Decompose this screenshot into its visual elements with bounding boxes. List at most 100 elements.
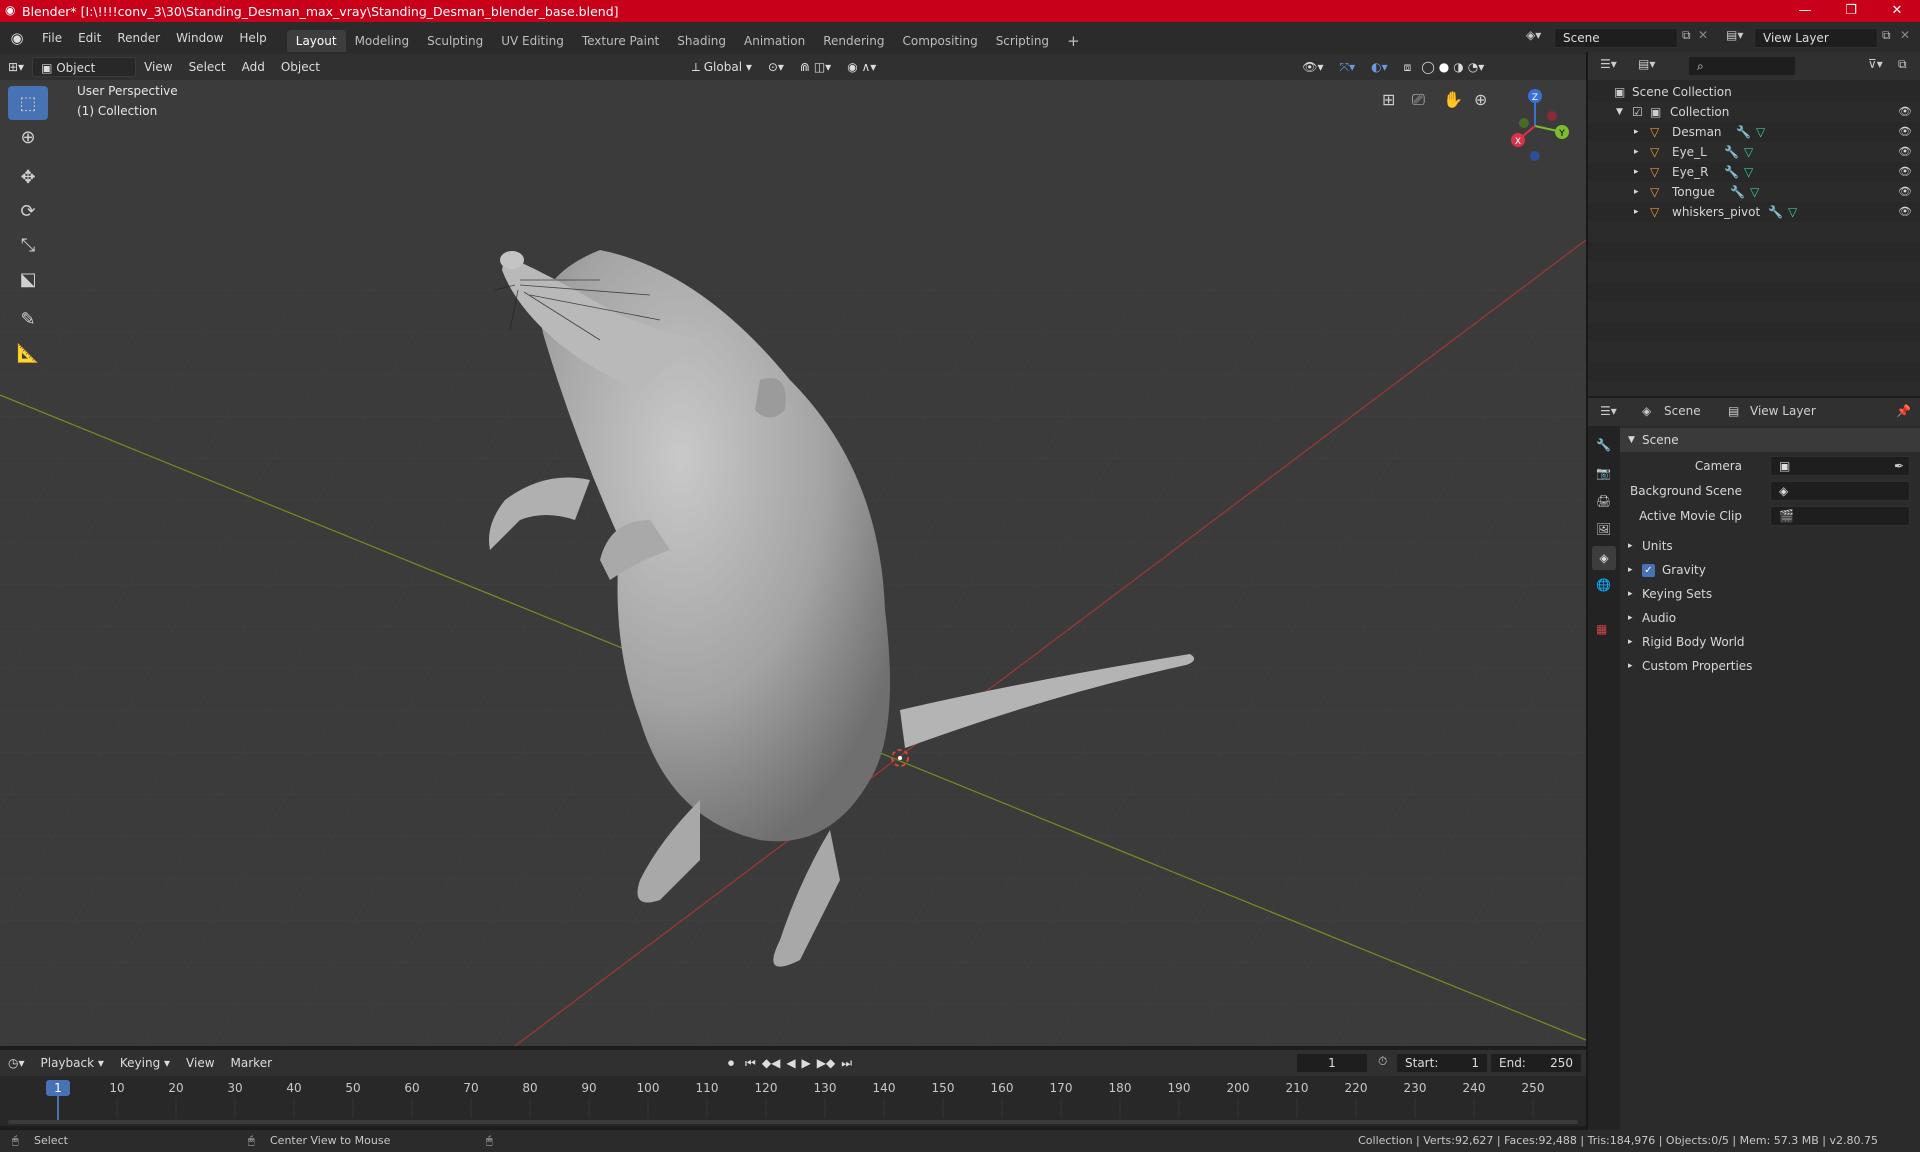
rendered-shading-icon[interactable]: ◔▾ [1466, 57, 1487, 77]
annotate-tool-icon[interactable]: ✎ [8, 302, 48, 336]
menu-object[interactable]: Object [273, 57, 328, 77]
remove-scene-icon[interactable]: ✕ [1698, 28, 1708, 42]
gravity-panel[interactable]: ▸ ✓ Gravity [1620, 558, 1920, 582]
menu-keying[interactable]: Keying ▾ [112, 1053, 178, 1073]
mesh-data-icon[interactable]: ▽ [1750, 182, 1759, 202]
stopwatch-icon[interactable]: ⏱ [1378, 1054, 1387, 1069]
pin-icon[interactable]: 📌 [1896, 404, 1911, 418]
camera-field[interactable]: ▣ [1770, 456, 1910, 476]
add-workspace-icon[interactable]: + [1058, 30, 1089, 52]
3d-viewport[interactable]: User Perspective (1) Collection ⊞ ⎚ ✋ ⊕ … [0, 80, 1586, 1046]
background-scene-field[interactable]: ◈ [1770, 481, 1910, 501]
eye-icon[interactable]: 👁 [1898, 102, 1912, 122]
mode-dropdown[interactable]: ▣ Object Mode ▾ [32, 57, 137, 95]
current-frame-field[interactable]: 1 [1296, 1053, 1368, 1073]
eye-icon[interactable]: 👁 [1898, 122, 1912, 142]
menu-view[interactable]: View [136, 57, 180, 77]
render-tab-icon[interactable]: 📷 [1596, 466, 1611, 480]
jump-end-button[interactable]: ⏭ [838, 1053, 855, 1073]
outliner-row-eye-r[interactable]: ▸ ▽ Eye_R 🔧 ▽ 👁 [1588, 162, 1920, 182]
tab-texture-paint[interactable]: Texture Paint [573, 30, 668, 52]
tab-sculpting[interactable]: Sculpting [418, 30, 492, 52]
tab-shading[interactable]: Shading [668, 30, 735, 52]
mesh-data-icon[interactable]: ▽ [1744, 162, 1753, 182]
new-collection-icon[interactable]: ⧉ [1898, 57, 1907, 72]
select-box-tool-icon[interactable]: ⬚ [8, 86, 48, 120]
gravity-checkbox[interactable]: ✓ [1642, 564, 1655, 577]
rotate-tool-icon[interactable]: ⟳ [8, 194, 48, 228]
eye-icon[interactable]: 👁 [1898, 142, 1912, 162]
expand-arrow-icon[interactable]: ▼ [1616, 102, 1623, 122]
maximize-button[interactable]: ❐ [1828, 0, 1874, 22]
view-layer-breadcrumb[interactable]: View Layer [1750, 404, 1816, 418]
minimize-button[interactable]: — [1782, 0, 1828, 22]
view-layer-field[interactable]: View Layer [1754, 28, 1878, 48]
view-layer-selector-icon[interactable]: ▤▾ [1726, 28, 1743, 42]
navigation-gizmo[interactable]: Z Y X [1500, 86, 1580, 166]
wireframe-shading-icon[interactable]: ◯ [1419, 57, 1436, 77]
measure-tool-icon[interactable]: 📐 [8, 336, 48, 370]
scene-tab-icon[interactable]: ◈ [1592, 546, 1616, 570]
expand-arrow-icon[interactable]: ▸ [1634, 142, 1639, 162]
menu-marker[interactable]: Marker [223, 1053, 280, 1073]
orientation-dropdown[interactable]: ⟂ Global ▾ [684, 57, 760, 77]
tab-compositing[interactable]: Compositing [893, 30, 986, 52]
modifier-wrench-icon[interactable]: 🔧 [1724, 162, 1739, 182]
modifier-wrench-icon[interactable]: 🔧 [1768, 202, 1783, 222]
timeline-editor-icon[interactable]: ◷▾ [0, 1053, 33, 1073]
outliner-row-tongue[interactable]: ▸ ▽ Tongue 🔧 ▽ 👁 [1588, 182, 1920, 202]
menu-help[interactable]: Help [231, 22, 274, 54]
zoom-icon[interactable]: ⊕ [1474, 90, 1487, 109]
eye-icon[interactable]: 👁 [1898, 162, 1912, 182]
menu-timeline-view[interactable]: View [178, 1053, 222, 1073]
display-mode-icon[interactable]: ▤▾ [1638, 57, 1655, 71]
custom-properties-panel[interactable]: ▸ Custom Properties [1620, 654, 1920, 678]
menu-file[interactable]: File [34, 22, 70, 54]
cursor-tool-icon[interactable]: ⊕ [8, 120, 48, 154]
outliner-row-whiskers-pivot[interactable]: ▸ ▽ whiskers_pivot 🔧 ▽ 👁 [1588, 202, 1920, 222]
snap-icon[interactable]: ⋒ ◫▾ [792, 57, 839, 77]
view-layer-tab-icon[interactable]: 🖼 [1596, 522, 1611, 536]
texture-tab-icon[interactable]: ▦ [1596, 622, 1607, 636]
proportional-edit-icon[interactable]: ◉ ∧▾ [839, 57, 884, 77]
tab-uv-editing[interactable]: UV Editing [492, 30, 573, 52]
tab-modeling[interactable]: Modeling [346, 30, 419, 52]
mesh-data-icon[interactable]: ▽ [1756, 122, 1765, 142]
eye-icon[interactable]: 👁 [1898, 182, 1912, 202]
outliner-editor-icon[interactable]: ☰▾ [1600, 57, 1617, 71]
rigid-body-world-panel[interactable]: ▸ Rigid Body World [1620, 630, 1920, 654]
outliner-row-scene-collection[interactable]: ▣ Scene Collection [1588, 82, 1920, 102]
eyedropper-icon[interactable]: ✒ [1894, 454, 1904, 478]
mesh-data-icon[interactable]: ▽ [1744, 142, 1753, 162]
mesh-data-icon[interactable]: ▽ [1788, 202, 1797, 222]
new-scene-icon[interactable]: ⧉ [1682, 28, 1691, 43]
outliner-row-eye-l[interactable]: ▸ ▽ Eye_L 🔧 ▽ 👁 [1588, 142, 1920, 162]
modifier-wrench-icon[interactable]: 🔧 [1730, 182, 1745, 202]
outliner-row-desman[interactable]: ▸ ▽ Desman 🔧 ▽ 👁 [1588, 122, 1920, 142]
scene-panel-header[interactable]: ▼ Scene [1620, 428, 1920, 452]
transform-tool-icon[interactable]: ⬕ [8, 262, 48, 296]
play-button[interactable]: ▶ [799, 1053, 814, 1073]
properties-editor-icon[interactable]: ☰▾ [1600, 404, 1617, 418]
expand-arrow-icon[interactable]: ▸ [1634, 162, 1639, 182]
remove-view-layer-icon[interactable]: ✕ [1900, 28, 1910, 42]
scale-tool-icon[interactable]: ⤡ [8, 228, 48, 262]
blender-menu-icon[interactable]: ◉ [0, 29, 34, 47]
pan-hand-icon[interactable]: ✋ [1443, 90, 1463, 109]
menu-select[interactable]: Select [181, 57, 234, 77]
world-tab-icon[interactable]: 🌐 [1596, 578, 1611, 592]
menu-add[interactable]: Add [234, 57, 273, 77]
expand-arrow-icon[interactable]: ▸ [1634, 182, 1639, 202]
keying-sets-panel[interactable]: ▸ Keying Sets [1620, 582, 1920, 606]
eye-icon[interactable]: 👁 [1898, 202, 1912, 222]
collection-checkbox-icon[interactable]: ☑ [1632, 102, 1643, 122]
expand-arrow-icon[interactable]: ▸ [1634, 122, 1639, 142]
solid-shading-icon[interactable]: ● [1437, 57, 1451, 77]
tool-tab-icon[interactable]: 🔧 [1596, 438, 1611, 452]
outliner-search-input[interactable]: ⌕ [1688, 56, 1796, 76]
audio-panel[interactable]: ▸ Audio [1620, 606, 1920, 630]
material-shading-icon[interactable]: ◑ [1451, 57, 1465, 77]
menu-window[interactable]: Window [168, 22, 231, 54]
record-button[interactable]: ⏺ [720, 1053, 742, 1073]
overlay-toggle-icon[interactable]: ◐▾ [1363, 57, 1396, 77]
